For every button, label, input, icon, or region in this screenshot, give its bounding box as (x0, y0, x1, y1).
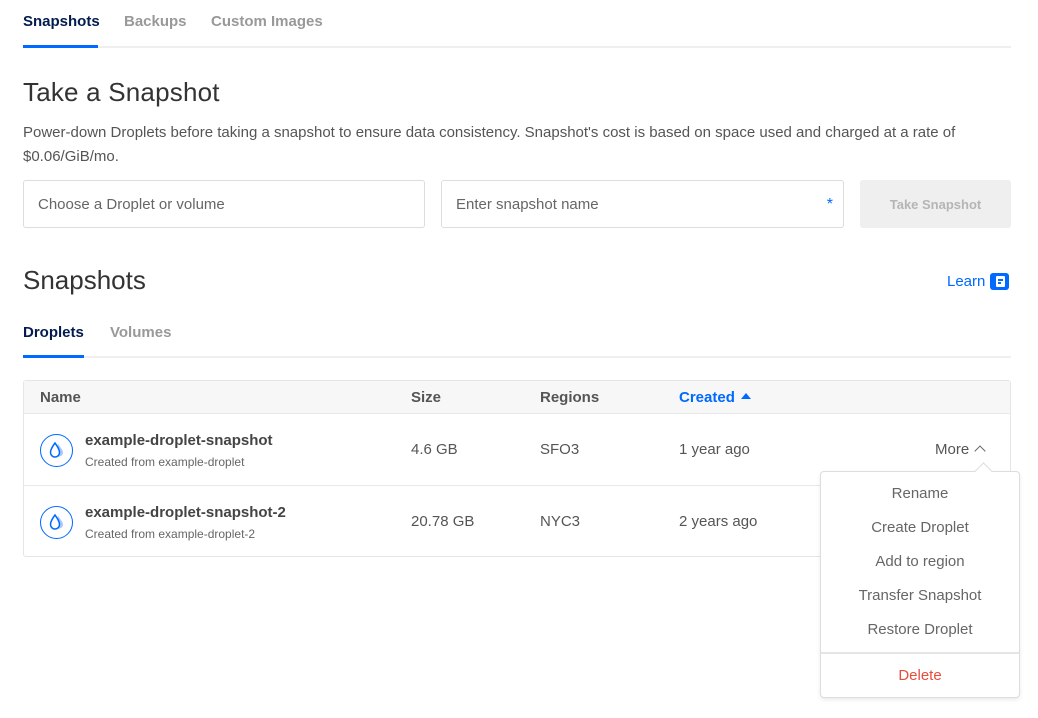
snapshot-type-tabs: Droplets Volumes (23, 320, 1011, 358)
required-marker: * (826, 196, 833, 213)
active-tab-indicator (23, 45, 98, 48)
tab-droplets[interactable]: Droplets (23, 324, 84, 341)
column-created-label: Created (679, 389, 735, 406)
more-label: More (935, 441, 970, 458)
menu-item-delete[interactable]: Delete (821, 667, 1019, 684)
snapshot-name[interactable]: example-droplet-snapshot (85, 432, 273, 449)
tab-backups[interactable]: Backups (124, 13, 187, 30)
more-actions-menu: Rename Create Droplet Add to region Tran… (820, 471, 1020, 698)
learn-link[interactable]: Learn (947, 273, 1010, 290)
snapshot-name-input[interactable]: Enter snapshot name * (441, 180, 844, 228)
snapshot-name[interactable]: example-droplet-snapshot-2 (85, 504, 286, 521)
tab-volumes[interactable]: Volumes (110, 324, 171, 341)
active-subtab-indicator (23, 355, 84, 358)
take-snapshot-button[interactable]: Take Snapshot (860, 180, 1011, 228)
menu-item-restore-droplet[interactable]: Restore Droplet (821, 621, 1019, 638)
snapshot-region: SFO3 (540, 441, 580, 458)
snapshot-created: 2 years ago (679, 513, 758, 530)
menu-item-transfer-snapshot[interactable]: Transfer Snapshot (821, 587, 1019, 604)
table-header: Name Size Regions Created (24, 381, 1010, 414)
column-size[interactable]: Size (411, 389, 441, 406)
snapshot-created: 1 year ago (679, 441, 750, 458)
snapshot-source: Created from example-droplet-2 (85, 527, 256, 541)
learn-label: Learn (947, 273, 986, 290)
droplet-snapshot-icon (40, 506, 73, 539)
menu-item-create-droplet[interactable]: Create Droplet (821, 519, 1019, 536)
more-button[interactable]: More (935, 441, 986, 458)
column-regions[interactable]: Regions (540, 389, 599, 406)
take-snapshot-description: Power-down Droplets before taking a snap… (23, 124, 956, 165)
menu-item-rename[interactable]: Rename (821, 485, 1019, 502)
top-tabs: Snapshots Backups Custom Images (23, 0, 1011, 48)
chevron-up-icon (974, 445, 986, 457)
menu-divider (821, 652, 1019, 654)
tab-snapshots[interactable]: Snapshots (23, 13, 100, 30)
menu-item-add-to-region[interactable]: Add to region (821, 553, 1019, 570)
document-icon (990, 273, 1010, 290)
snapshot-source: Created from example-droplet (85, 455, 245, 469)
snapshot-size: 20.78 GB (411, 513, 475, 530)
droplet-or-volume-select[interactable]: Choose a Droplet or volume (23, 180, 425, 228)
column-name[interactable]: Name (40, 389, 81, 406)
snapshots-title: Snapshots (23, 265, 146, 295)
take-snapshot-title: Take a Snapshot (23, 77, 220, 107)
tab-custom-images[interactable]: Custom Images (211, 13, 323, 30)
column-created[interactable]: Created (679, 389, 751, 406)
snapshot-region: NYC3 (540, 513, 581, 530)
sort-ascending-icon (740, 393, 751, 399)
droplet-snapshot-icon (40, 434, 73, 467)
snapshot-size: 4.6 GB (411, 441, 458, 458)
droplet-or-volume-placeholder: Choose a Droplet or volume (38, 195, 225, 213)
snapshot-name-placeholder: Enter snapshot name (456, 195, 599, 213)
